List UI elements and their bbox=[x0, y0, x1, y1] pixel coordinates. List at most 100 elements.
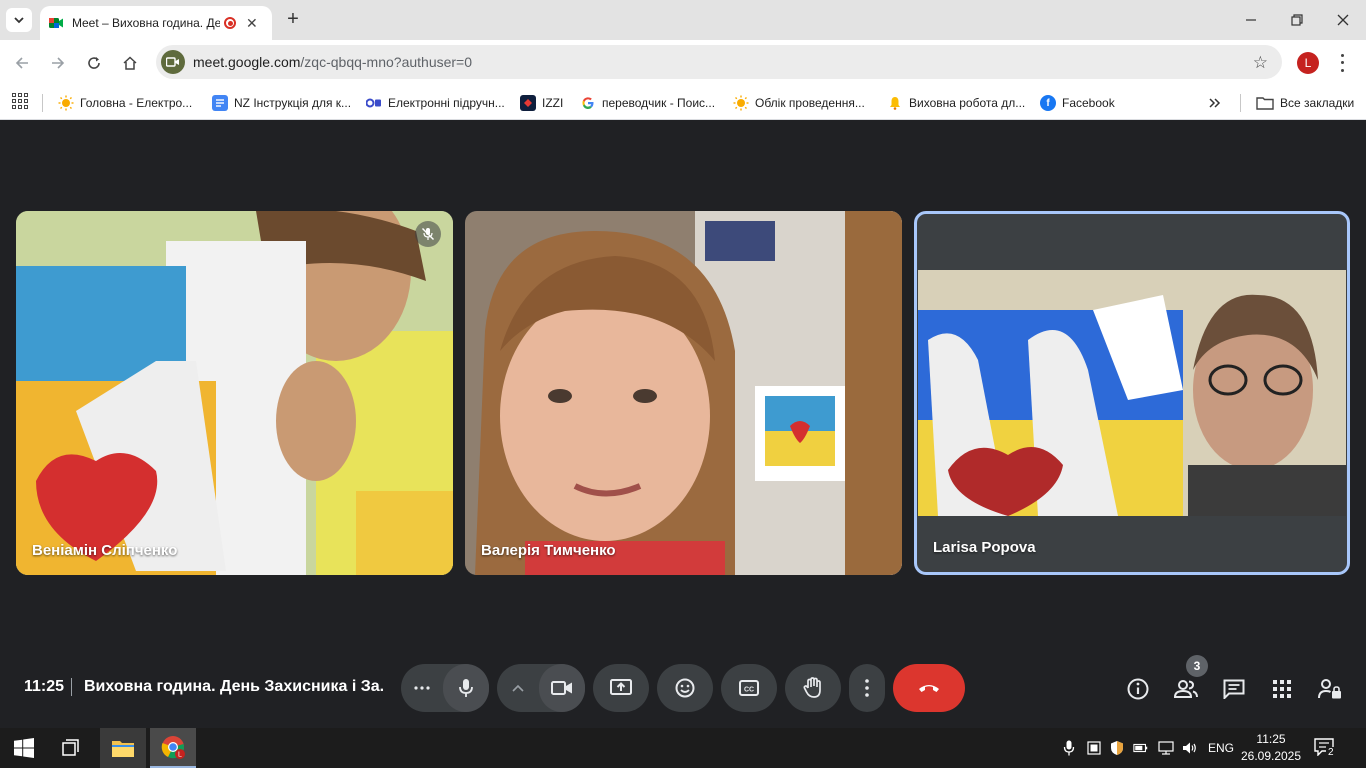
apps-grid-icon[interactable] bbox=[12, 93, 28, 109]
people-count-badge: 3 bbox=[1186, 655, 1208, 677]
task-view-icon bbox=[62, 739, 79, 756]
participant-tile[interactable]: Веніамін Сліпченко bbox=[16, 211, 453, 575]
tab-close-icon[interactable]: ✕ bbox=[246, 15, 258, 32]
present-screen-button[interactable] bbox=[593, 664, 649, 712]
bookmark-label: Facebook bbox=[1062, 96, 1115, 110]
participant-video bbox=[465, 211, 902, 575]
emoji-icon bbox=[675, 678, 695, 698]
bookmark-item[interactable]: Електронні підручн... bbox=[366, 92, 505, 114]
more-options-button[interactable] bbox=[849, 664, 885, 712]
system-time: 11:25 bbox=[1256, 732, 1286, 746]
home-icon bbox=[123, 56, 137, 70]
browser-tab-strip: Meet – Виховна година. Де ✕ + bbox=[0, 0, 1366, 40]
address-bar[interactable]: meet.google.com/zqc-qbqq-mno?authuser=0 … bbox=[156, 45, 1282, 79]
task-view-button[interactable] bbox=[50, 728, 94, 768]
host-controls-button[interactable] bbox=[1317, 676, 1343, 702]
sun-icon bbox=[733, 95, 749, 111]
more-horizontal-icon bbox=[414, 686, 430, 690]
power-tray-icon[interactable] bbox=[1133, 740, 1149, 756]
info-icon bbox=[1127, 678, 1149, 700]
google-meet-icon bbox=[49, 18, 63, 28]
bookmark-item[interactable]: Головна - Електро... bbox=[58, 92, 192, 114]
profile-avatar[interactable]: L bbox=[1297, 52, 1319, 74]
video-options-button[interactable] bbox=[497, 664, 539, 712]
muted-indicator bbox=[415, 221, 441, 247]
bookmark-item[interactable]: f Facebook bbox=[1040, 92, 1115, 114]
participant-tile[interactable]: Валерія Тимченко bbox=[465, 211, 902, 575]
chevron-down-icon bbox=[14, 17, 24, 24]
forward-button[interactable] bbox=[46, 51, 70, 75]
bookmark-separator bbox=[1240, 94, 1241, 112]
bookmark-label: Головна - Електро... bbox=[80, 96, 193, 110]
audio-options-button[interactable] bbox=[401, 664, 443, 712]
participant-tile-active-speaker[interactable]: Larisa Popova bbox=[914, 211, 1350, 575]
input-language[interactable]: ENG bbox=[1208, 741, 1234, 755]
microphone-in-use-icon[interactable] bbox=[1061, 740, 1077, 756]
new-tab-button[interactable]: + bbox=[282, 8, 304, 30]
chat-button[interactable] bbox=[1221, 676, 1247, 702]
captions-button[interactable]: CC bbox=[721, 664, 777, 712]
back-button[interactable] bbox=[10, 51, 34, 75]
security-tray-icon[interactable] bbox=[1109, 740, 1125, 756]
file-explorer-button[interactable] bbox=[100, 728, 146, 768]
bookmark-label: Виховна робота дл... bbox=[909, 96, 1026, 110]
leave-call-button[interactable] bbox=[893, 664, 965, 712]
more-bookmarks-button[interactable] bbox=[1208, 92, 1222, 114]
close-icon bbox=[1337, 14, 1349, 26]
docs-icon bbox=[212, 95, 228, 111]
meeting-details-button[interactable] bbox=[1125, 676, 1151, 702]
reload-button[interactable] bbox=[82, 51, 106, 75]
hang-up-icon bbox=[919, 685, 939, 692]
system-date: 26.09.2025 bbox=[1240, 749, 1302, 763]
arrow-left-icon bbox=[15, 57, 28, 69]
network-tray-icon[interactable] bbox=[1158, 740, 1174, 756]
tab-search-button[interactable] bbox=[6, 8, 32, 32]
close-window-button[interactable] bbox=[1320, 0, 1366, 40]
bookmark-item[interactable]: Виховна робота дл... bbox=[887, 92, 1025, 114]
audio-controls bbox=[401, 664, 489, 712]
camera-button[interactable] bbox=[539, 664, 585, 712]
minimize-icon bbox=[1246, 19, 1256, 21]
bottom-bar-divider bbox=[71, 678, 72, 696]
restore-window-button[interactable] bbox=[1274, 0, 1320, 40]
reactions-button[interactable] bbox=[657, 664, 713, 712]
mic-icon bbox=[459, 679, 473, 697]
system-clock[interactable]: 11:25 26.09.2025 bbox=[1240, 731, 1302, 765]
bookmark-label: IZZI bbox=[542, 96, 564, 110]
person-lock-icon bbox=[1318, 679, 1341, 699]
notification-count: 2 bbox=[1326, 747, 1336, 758]
bookmark-item[interactable]: переводчик - Поис... bbox=[580, 92, 715, 114]
participant-video bbox=[918, 270, 1346, 516]
recording-indicator-icon bbox=[224, 17, 236, 29]
microphone-button[interactable] bbox=[443, 664, 489, 712]
activities-button[interactable] bbox=[1269, 676, 1295, 702]
sun-icon bbox=[58, 95, 74, 111]
video-controls bbox=[497, 664, 585, 712]
bookmark-separator bbox=[42, 94, 43, 112]
home-button[interactable] bbox=[118, 51, 142, 75]
bookmark-item[interactable]: IZZI bbox=[520, 92, 563, 114]
site-info-button[interactable] bbox=[161, 50, 185, 74]
svg-text:L: L bbox=[178, 752, 182, 759]
bookmark-label: NZ Інструкція для к... bbox=[234, 96, 352, 110]
bookmark-item[interactable]: Облік проведення... bbox=[733, 92, 865, 114]
minimize-window-button[interactable] bbox=[1228, 0, 1274, 40]
display-tray-icon[interactable] bbox=[1086, 740, 1102, 756]
bookmark-label: Облік проведення... bbox=[755, 96, 865, 110]
browser-tab-meet[interactable]: Meet – Виховна година. Де ✕ bbox=[40, 6, 272, 40]
people-button[interactable] bbox=[1173, 676, 1199, 702]
raise-hand-button[interactable] bbox=[785, 664, 841, 712]
url-text: meet.google.com/zqc-qbqq-mno?authuser=0 bbox=[193, 54, 472, 70]
bookmark-item[interactable]: NZ Інструкція для к... bbox=[212, 92, 351, 114]
bookmarks-bar: Головна - Електро... NZ Інструкція для к… bbox=[0, 86, 1366, 120]
volume-tray-icon[interactable] bbox=[1182, 740, 1198, 756]
browser-menu-button[interactable] bbox=[1336, 52, 1348, 74]
bookmark-star-icon[interactable]: ☆ bbox=[1253, 53, 1268, 73]
start-button[interactable] bbox=[0, 728, 48, 768]
ethernet-icon bbox=[1158, 741, 1174, 755]
all-bookmarks-button[interactable]: Все закладки bbox=[1256, 92, 1354, 114]
svg-text:CC: CC bbox=[744, 687, 754, 694]
windows-taskbar: L ENG 11:25 26.09.2025 2 bbox=[0, 728, 1366, 768]
speaker-icon bbox=[1183, 742, 1196, 754]
chrome-taskbar-button[interactable]: L bbox=[150, 728, 196, 768]
